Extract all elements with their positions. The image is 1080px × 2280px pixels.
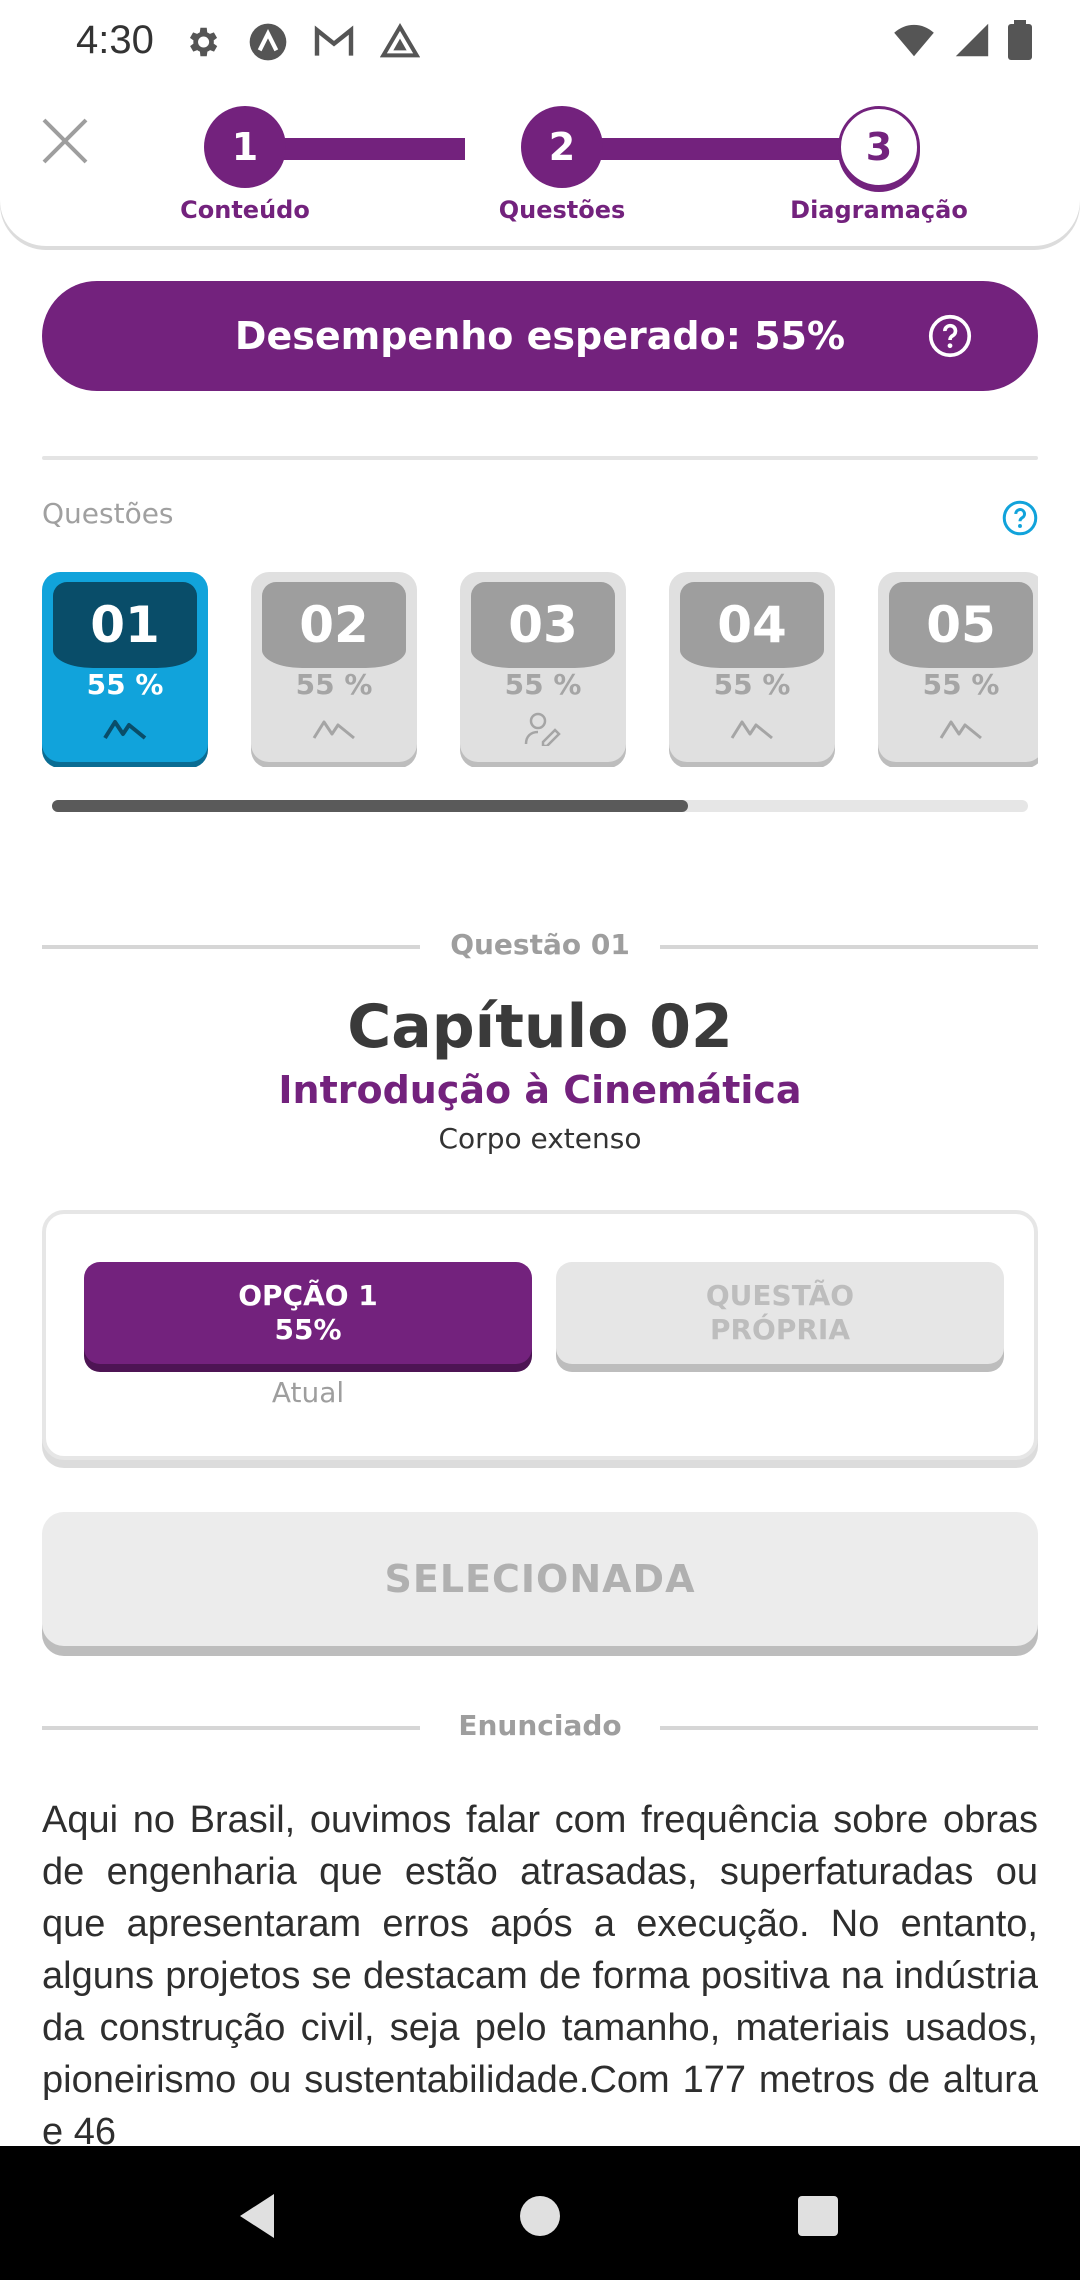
chapter-title: Capítulo 02 xyxy=(347,992,733,1062)
recents-icon[interactable] xyxy=(788,2186,848,2246)
system-navigation-bar xyxy=(0,2146,1080,2280)
battery-icon xyxy=(1008,20,1032,64)
statement-text: Aqui no Brasil, ouvimos falar com frequê… xyxy=(42,1799,1038,2146)
step-1[interactable]: 1 xyxy=(204,106,286,188)
app-logo-icon xyxy=(246,20,290,64)
step-3-current[interactable]: 3 xyxy=(838,106,920,188)
question-percent: 55 % xyxy=(713,668,791,701)
question-card-03[interactable]: 03 55 % xyxy=(460,572,626,762)
status-time: 4:30 xyxy=(76,18,154,62)
own-question-label-line1: QUESTÃO xyxy=(705,1279,855,1312)
option-1-percent: 55% xyxy=(274,1313,342,1346)
help-icon[interactable] xyxy=(928,314,972,358)
own-question-label-line2: PRÓPRIA xyxy=(709,1313,851,1346)
question-number: 04 xyxy=(680,582,824,668)
question-card-04[interactable]: 04 55 % xyxy=(669,572,835,762)
divider xyxy=(42,945,420,949)
question-cards-carousel[interactable]: 01 55 % 02 55 % 03 55 % 04 55 % 05 55 % xyxy=(42,572,1038,767)
question-number: 05 xyxy=(889,582,1033,668)
statement-header: Enunciado xyxy=(458,1709,622,1742)
question-card-02[interactable]: 02 55 % xyxy=(251,572,417,762)
selected-button[interactable]: SELECIONADA xyxy=(42,1512,1038,1646)
divider xyxy=(660,945,1038,949)
divider xyxy=(42,456,1038,460)
question-percent: 55 % xyxy=(922,668,1000,701)
step-number: 3 xyxy=(865,125,893,169)
expected-performance-text: Desempenho esperado: 55% xyxy=(234,314,846,358)
questions-help-icon[interactable] xyxy=(1002,500,1038,536)
gmail-icon xyxy=(312,20,356,64)
question-header: Questão 01 xyxy=(450,928,630,961)
back-icon[interactable] xyxy=(228,2186,288,2246)
step-2[interactable]: 2 xyxy=(521,106,603,188)
mountain-icon xyxy=(100,712,150,746)
option-1-label: OPÇÃO 1 xyxy=(238,1279,378,1312)
topic-title: Introdução à Cinemática xyxy=(278,1068,802,1112)
step-number: 1 xyxy=(231,125,259,169)
carousel-scrollbar-thumb[interactable] xyxy=(52,800,688,812)
drive-icon xyxy=(378,20,422,64)
options-panel: OPÇÃO 1 55% QUESTÃO PRÓPRIA Atual xyxy=(42,1210,1038,1460)
divider xyxy=(42,1726,420,1730)
mountain-icon xyxy=(936,712,986,746)
home-icon[interactable] xyxy=(510,2186,570,2246)
close-icon[interactable] xyxy=(40,116,90,166)
mountain-icon xyxy=(727,712,777,746)
step-label-questoes: Questões xyxy=(498,196,626,224)
own-question-button[interactable]: QUESTÃO PRÓPRIA xyxy=(556,1262,1004,1364)
stepper-header: 1 2 3 Conteúdo Questões Diagramação xyxy=(0,86,1080,246)
divider xyxy=(660,1726,1038,1730)
signal-icon xyxy=(954,22,990,62)
question-number: 03 xyxy=(471,582,615,668)
mountain-icon xyxy=(309,712,359,746)
question-percent: 55 % xyxy=(295,668,373,701)
expected-performance-banner: Desempenho esperado: 55% xyxy=(42,281,1038,391)
question-percent: 55 % xyxy=(504,668,582,701)
settings-icon xyxy=(180,20,224,64)
question-number: 02 xyxy=(262,582,406,668)
questions-section-label: Questões xyxy=(42,497,174,530)
question-percent: 55 % xyxy=(86,668,164,701)
question-card-05[interactable]: 05 55 % xyxy=(878,572,1038,762)
step-label-diagramacao: Diagramação xyxy=(790,196,968,224)
stepper-connector xyxy=(562,138,852,160)
status-bar: 4:30 xyxy=(0,0,1080,86)
step-number: 2 xyxy=(548,125,576,169)
question-number: 01 xyxy=(53,582,197,668)
option-1-button[interactable]: OPÇÃO 1 55% xyxy=(84,1262,532,1364)
step-label-conteudo: Conteúdo xyxy=(180,196,310,224)
subtopic-label: Corpo extenso xyxy=(438,1122,642,1155)
question-card-01[interactable]: 01 55 % xyxy=(42,572,208,762)
user-edit-icon xyxy=(518,712,568,746)
option-1-caption: Atual xyxy=(271,1376,345,1409)
wifi-icon xyxy=(892,22,936,62)
